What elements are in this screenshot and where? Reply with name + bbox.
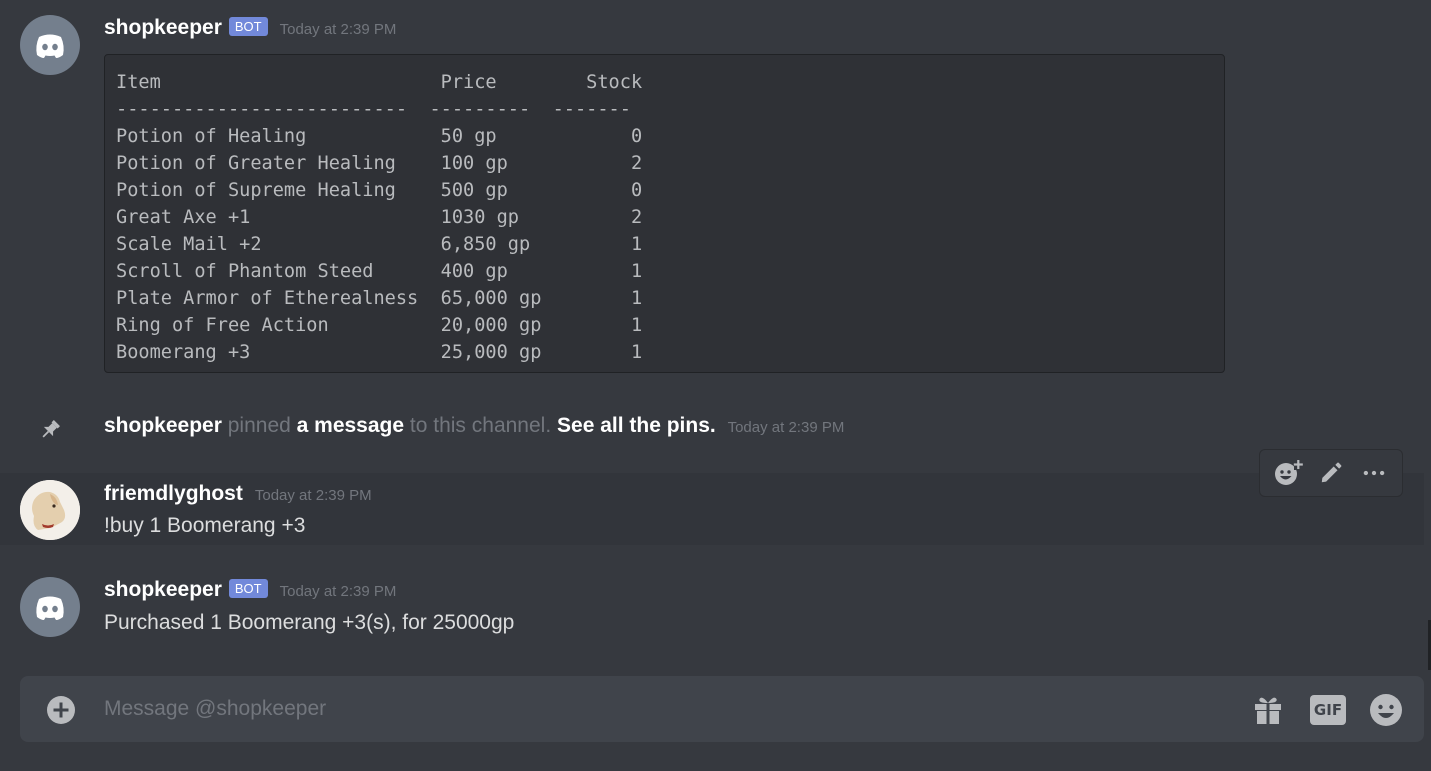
code-line-item: Ring of Free Action 20,000 gp 1 [116,315,643,336]
see-all-pins-link[interactable]: See all the pins. [557,414,716,437]
gift-icon [1255,697,1281,724]
timestamp: Today at 2:39 PM [279,583,397,600]
username[interactable]: shopkeeper [104,16,222,40]
message-shopkeeper-inventory: shopkeeper BOT Today at 2:39 PM Item Pri… [0,0,1431,390]
discord-logo-icon [36,596,64,620]
plus-circle-icon [47,696,75,724]
pin-icon [37,417,63,448]
add-reaction-icon [1274,459,1303,485]
emoji-button[interactable] [1368,692,1404,728]
bot-badge: BOT [228,17,268,36]
message-friemdlyghost: friemdlyghost Today at 2:39 PM !buy 1 Bo… [0,473,1431,545]
inventory-code-block: Item Price Stock -----------------------… [104,54,1225,373]
timestamp: Today at 2:39 PM [254,487,372,504]
message-text: !buy 1 Boomerang +3 [104,514,306,537]
more-options-icon [1364,470,1385,476]
username[interactable]: shopkeeper [104,578,222,602]
edit-icon [1321,462,1342,483]
code-line-divider: -------------------------- --------- ---… [116,99,631,120]
message-actions-toolbar [1259,449,1403,497]
timestamp: Today at 2:39 PM [279,21,397,38]
username[interactable]: friemdlyghost [104,482,243,506]
more-options-button[interactable] [1356,455,1392,491]
edit-button[interactable] [1313,455,1349,491]
pinned-message-link[interactable]: a message [297,414,404,437]
system-pin-message: shopkeeper pinned a message to this chan… [0,405,1431,449]
add-reaction-button[interactable] [1270,455,1306,491]
emoji-icon [1370,694,1402,726]
upload-button[interactable] [46,695,76,725]
message-composer: GIF [20,676,1424,742]
pin-verb: pinned [227,414,291,437]
pin-suffix: to this channel. [409,414,552,437]
code-line-item: Potion of Greater Healing 100 gp 2 [116,153,643,174]
gift-button[interactable] [1250,692,1286,728]
discord-logo-icon [36,34,64,58]
bot-badge: BOT [228,579,268,598]
avatar[interactable] [20,15,80,75]
code-line-item: Scroll of Phantom Steed 400 gp 1 [116,261,643,282]
message-shopkeeper-purchase: shopkeeper BOT Today at 2:39 PM Purchase… [0,566,1431,646]
chat-window: shopkeeper BOT Today at 2:39 PM Item Pri… [0,0,1431,771]
dog-avatar-image [20,480,80,540]
code-line-header: Item Price Stock [116,72,643,93]
code-line-item: Great Axe +1 1030 gp 2 [116,207,643,228]
pin-actor[interactable]: shopkeeper [104,414,222,437]
gif-icon: GIF [1310,695,1346,725]
gif-button[interactable]: GIF [1310,692,1346,728]
message-input[interactable] [104,694,1204,724]
avatar[interactable] [20,577,80,637]
code-line-item: Boomerang +3 25,000 gp 1 [116,342,643,363]
code-line-item: Plate Armor of Etherealness 65,000 gp 1 [116,288,643,309]
avatar[interactable] [20,480,80,540]
code-line-item: Scale Mail +2 6,850 gp 1 [116,234,643,255]
message-text: Purchased 1 Boomerang +3(s), for 25000gp [104,611,515,634]
code-line-item: Potion of Healing 50 gp 0 [116,126,643,147]
timestamp: Today at 2:39 PM [727,419,845,436]
code-line-item: Potion of Supreme Healing 500 gp 0 [116,180,643,201]
